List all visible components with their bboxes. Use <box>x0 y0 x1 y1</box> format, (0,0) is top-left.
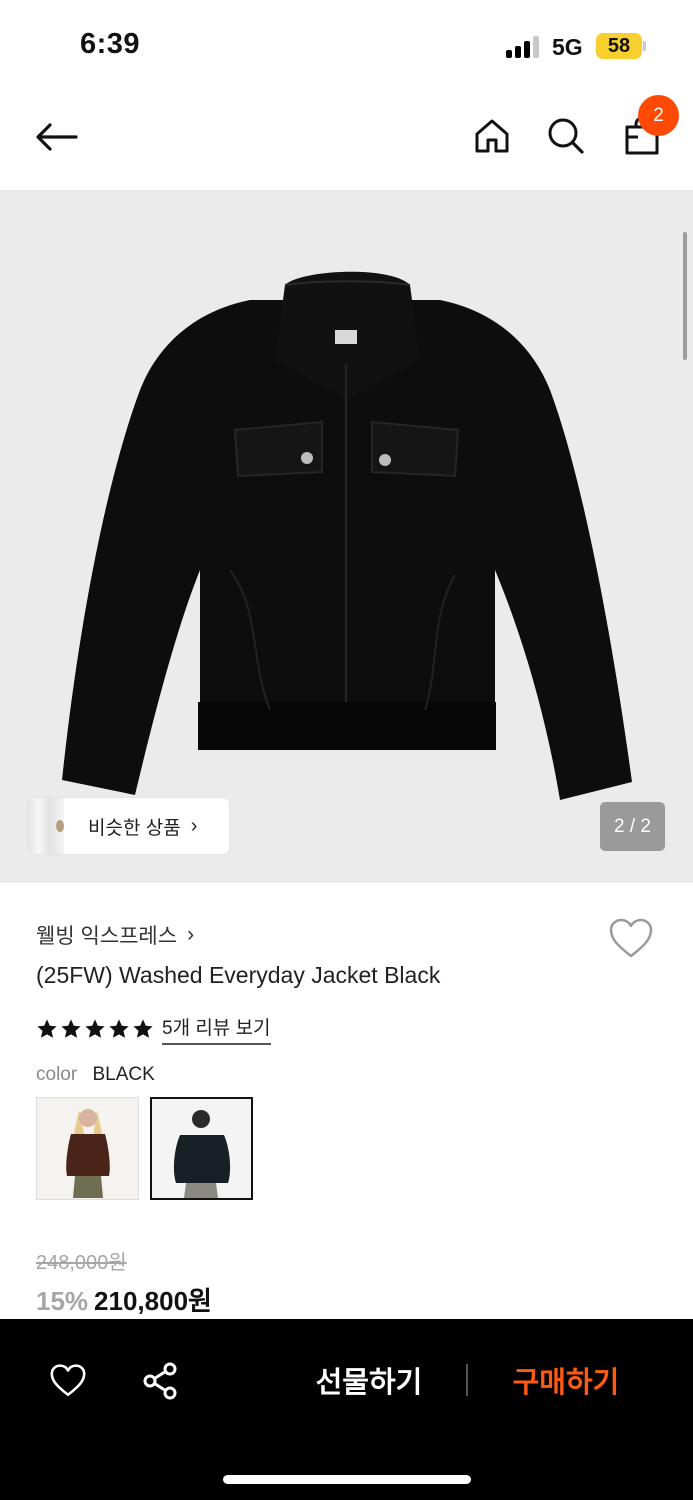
similar-products-button[interactable]: 비슷한 상품 › <box>28 798 229 854</box>
status-time: 6:39 <box>80 28 141 60</box>
brown-jacket-thumbnail <box>37 1098 138 1199</box>
share-button[interactable] <box>136 1357 184 1405</box>
home-icon <box>475 119 509 153</box>
header <box>0 92 693 190</box>
heart-icon <box>609 918 653 958</box>
share-icon <box>143 1362 177 1400</box>
star-icon <box>85 1019 105 1038</box>
home-indicator[interactable] <box>223 1475 471 1484</box>
status-bar: 6:39 5G 58 <box>0 0 693 92</box>
similar-products-label: 비슷한 상품 <box>88 817 181 839</box>
star-icon <box>133 1019 153 1038</box>
jacket-image <box>62 271 632 800</box>
color-label: color <box>36 1064 78 1085</box>
star-icon <box>37 1019 57 1038</box>
star-icon <box>109 1019 129 1038</box>
back-button[interactable] <box>28 112 84 162</box>
image-page-counter: 2 / 2 <box>600 802 665 851</box>
chevron-right-icon: › <box>187 923 195 946</box>
search-button[interactable] <box>540 110 592 162</box>
color-option-brown[interactable] <box>36 1097 139 1200</box>
discount-rate: 15% <box>36 1286 89 1316</box>
bottom-action-bar: 선물하기 구매하기 <box>0 1319 693 1500</box>
divider <box>466 1364 468 1396</box>
color-value: BLACK <box>92 1064 155 1085</box>
home-button[interactable] <box>466 110 518 162</box>
wishlist-button[interactable] <box>608 918 656 962</box>
arrow-left-icon <box>36 123 78 151</box>
search-icon <box>548 118 584 154</box>
product-image-gallery[interactable]: 비슷한 상품 › 2 / 2 <box>0 190 693 883</box>
gift-button[interactable]: 선물하기 <box>300 1359 438 1401</box>
buy-button[interactable]: 구매하기 <box>496 1359 636 1401</box>
brand-link[interactable]: 웰빙 익스프레스 › <box>36 920 194 950</box>
battery-icon: 58 <box>596 33 642 59</box>
black-jacket-thumbnail <box>152 1099 251 1198</box>
rating-row: 5개 리뷰 보기 <box>36 1013 271 1045</box>
star-icon <box>61 1019 81 1038</box>
review-link[interactable]: 5개 리뷰 보기 <box>162 1013 271 1045</box>
price-row: 15% 210,800원 <box>36 1281 212 1318</box>
gallery-scrollbar[interactable] <box>683 232 687 360</box>
brand-name: 웰빙 익스프레스 <box>36 925 178 948</box>
color-option-black[interactable] <box>150 1097 253 1200</box>
chevron-right-icon: › <box>190 814 198 837</box>
signal-icon <box>506 36 542 58</box>
similar-product-thumbnail <box>28 798 64 854</box>
battery-cap <box>643 41 646 51</box>
color-row: color BLACK <box>36 1064 155 1086</box>
network-label: 5G <box>552 34 583 60</box>
like-button[interactable] <box>44 1357 92 1405</box>
sale-price: 210,800원 <box>94 1286 212 1316</box>
product-title: (25FW) Washed Everyday Jacket Black <box>36 962 441 988</box>
original-price: 248,000원 <box>36 1252 127 1274</box>
heart-icon <box>50 1364 86 1397</box>
rating-stars <box>36 1018 154 1040</box>
cart-count-badge: 2 <box>638 95 679 136</box>
